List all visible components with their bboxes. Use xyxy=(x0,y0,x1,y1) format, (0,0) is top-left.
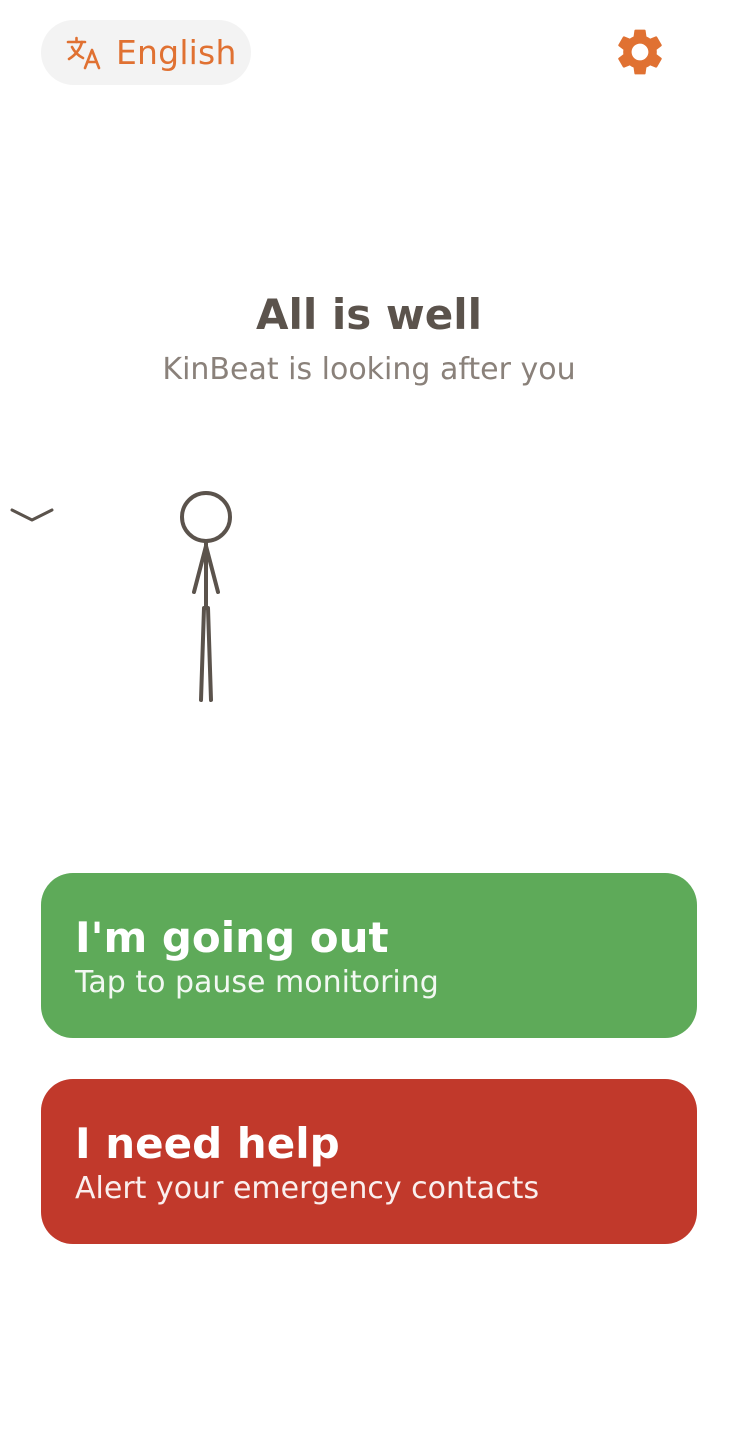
language-label: English xyxy=(116,33,237,72)
translate-icon xyxy=(65,33,105,73)
settings-button[interactable] xyxy=(608,22,672,86)
status-title: All is well xyxy=(255,290,483,339)
need-help-title: I need help xyxy=(75,1119,340,1168)
going-out-subtitle: Tap to pause monitoring xyxy=(75,965,439,1000)
going-out-title: I'm going out xyxy=(75,913,389,962)
chevron-down-icon[interactable] xyxy=(8,500,56,530)
need-help-subtitle: Alert your emergency contacts xyxy=(75,1171,540,1206)
home-screen: English All is well KinBeat is looking a… xyxy=(0,0,738,1430)
gear-icon xyxy=(612,24,668,85)
need-help-button[interactable]: I need help Alert your emergency contact… xyxy=(41,1079,697,1244)
stick-figure-illustration xyxy=(170,488,242,708)
going-out-button[interactable]: I'm going out Tap to pause monitoring xyxy=(41,873,697,1038)
language-selector-button[interactable]: English xyxy=(41,20,251,85)
status-subtitle: KinBeat is looking after you xyxy=(162,352,576,387)
